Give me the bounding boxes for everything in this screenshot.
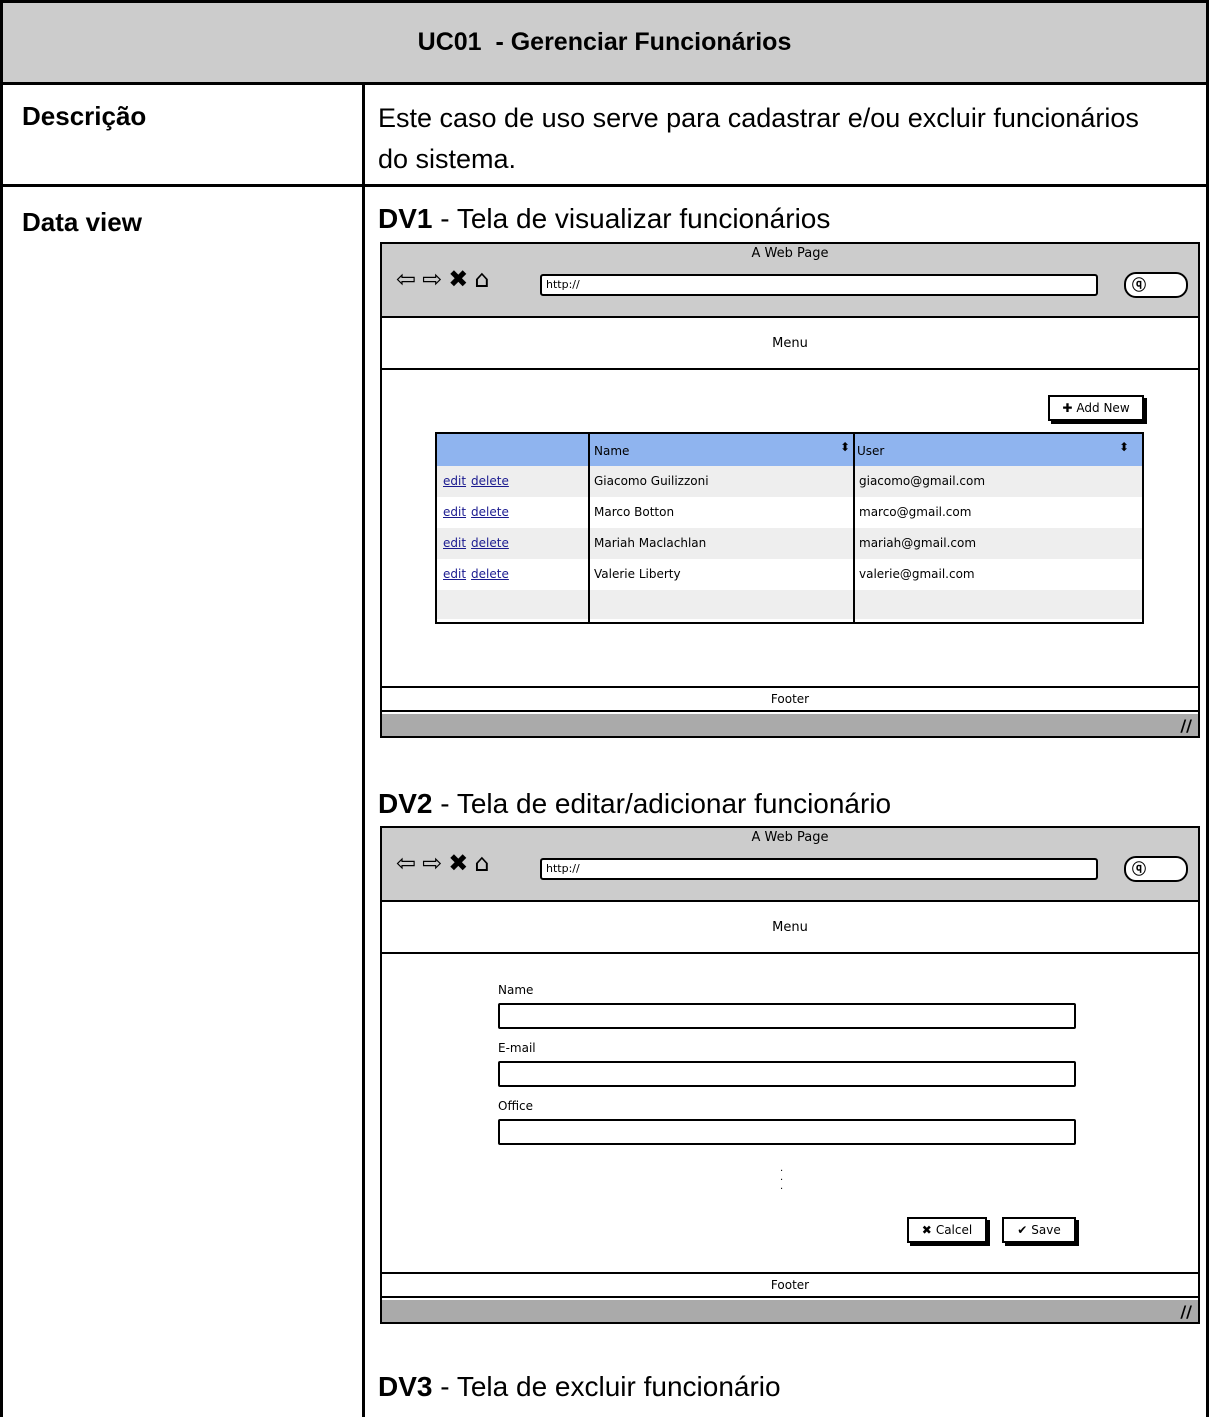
menu-bar[interactable]: Menu: [382, 318, 1198, 370]
nav-buttons: ⇦ ⇨ ✖ ⌂: [396, 850, 496, 876]
home-icon[interactable]: ⌂: [474, 267, 489, 291]
dv2-code: DV2: [378, 788, 433, 819]
dv1-heading: DV1 - Tela de visualizar funcionários: [378, 203, 830, 235]
check-icon: ✔: [1017, 1223, 1028, 1237]
table-row: edit delete Giacomo Guilizzoni giacomo@gm…: [437, 466, 1142, 497]
cancel-label: Calcel: [935, 1223, 973, 1237]
dv1-code: DV1: [378, 203, 433, 234]
grid-header: Name ⬍ User ⬍: [437, 434, 1142, 466]
mockup-view-employees: A Web Page ⇦ ⇨ ✖ ⌂ http:// ⓠ Menu ✚ Add …: [380, 242, 1200, 738]
title-row: UC01 - Gerenciar Funcionários: [3, 3, 1206, 82]
description-text: Este caso de uso serve para cadastrar e/…: [378, 103, 1139, 174]
dv2-text: - Tela de editar/adicionar funcionário: [432, 788, 892, 819]
table-border-title: [0, 82, 1209, 85]
office-label: Office: [498, 1099, 534, 1113]
edit-link[interactable]: edit: [443, 505, 466, 519]
cell-user: mariah@gmail.com: [859, 536, 977, 550]
url-bar[interactable]: http://: [540, 858, 1098, 880]
back-arrow-icon[interactable]: ⇦: [396, 267, 416, 291]
search-icon: ⓠ: [1132, 278, 1146, 294]
use-case-document: UC01 - Gerenciar Funcionários Descrição …: [0, 0, 1209, 1417]
table-border-left: [0, 0, 3, 1417]
forward-arrow-icon[interactable]: ⇨: [422, 851, 442, 875]
save-label: Save: [1031, 1223, 1061, 1237]
search-button[interactable]: ⓠ: [1124, 272, 1188, 298]
table-row: edit delete Valerie Liberty valerie@gmail…: [437, 559, 1142, 590]
cell-user: marco@gmail.com: [859, 505, 972, 519]
dv2-heading: DV2 - Tela de editar/adicionar funcionár…: [378, 788, 891, 820]
browser-toolbar: A Web Page ⇦ ⇨ ✖ ⌂ http:// ⓠ: [382, 828, 1198, 902]
column-divider: [588, 434, 590, 622]
cell-name: Mariah Maclachlan: [594, 536, 707, 550]
cell-name: Giacomo Guilizzoni: [594, 474, 709, 488]
dv1-text: - Tela de visualizar funcionários: [432, 203, 831, 234]
delete-link[interactable]: delete: [471, 567, 509, 581]
description-label: Descrição: [22, 101, 147, 131]
column-header-name[interactable]: Name: [594, 444, 629, 458]
name-label: Name: [498, 983, 534, 997]
data-view-label: Data view: [22, 207, 142, 237]
delete-link[interactable]: delete: [471, 536, 509, 550]
back-arrow-icon[interactable]: ⇦: [396, 851, 416, 875]
stop-x-icon[interactable]: ✖: [448, 267, 468, 291]
name-field[interactable]: [498, 1003, 1076, 1029]
url-bar[interactable]: http://: [540, 274, 1098, 296]
add-new-label: Add New: [1076, 401, 1130, 415]
ellipsis-dots: · · ·: [780, 1166, 784, 1195]
cell-name: Valerie Liberty: [594, 567, 681, 581]
status-bar: //: [382, 714, 1198, 736]
menu-bar[interactable]: Menu: [382, 902, 1198, 954]
dv3-heading: DV3 - Tela de excluir funcionário: [378, 1371, 781, 1403]
table-row-empty: [437, 590, 1142, 619]
cell-user: giacomo@gmail.com: [859, 474, 986, 488]
search-icon: ⓠ: [1132, 862, 1146, 878]
x-icon: ✖: [921, 1223, 932, 1237]
sort-icon[interactable]: ⬍: [840, 440, 850, 454]
plus-icon: ✚: [1062, 401, 1073, 415]
table-row: edit delete Mariah Maclachlan mariah@gmai…: [437, 528, 1142, 559]
table-border-desc: [0, 184, 1209, 187]
nav-buttons: ⇦ ⇨ ✖ ⌂: [396, 266, 496, 292]
cell-name: Marco Botton: [594, 505, 675, 519]
edit-link[interactable]: edit: [443, 567, 466, 581]
delete-link[interactable]: delete: [471, 474, 509, 488]
column-header-user[interactable]: User: [857, 444, 884, 458]
table-column-divider: [362, 82, 365, 1417]
add-new-button[interactable]: ✚ Add New: [1048, 395, 1144, 421]
office-field[interactable]: [498, 1119, 1076, 1145]
stop-x-icon[interactable]: ✖: [448, 851, 468, 875]
home-icon[interactable]: ⌂: [474, 851, 489, 875]
window-title: A Web Page: [751, 830, 829, 845]
cell-user: valerie@gmail.com: [859, 567, 975, 581]
footer-bar: Footer: [382, 686, 1198, 712]
employees-grid: Name ⬍ User ⬍ edit delete Giacomo Guilizz…: [435, 432, 1144, 624]
window-title: A Web Page: [751, 246, 829, 261]
email-field[interactable]: [498, 1061, 1076, 1087]
dv3-code: DV3: [378, 1371, 433, 1402]
forward-arrow-icon[interactable]: ⇨: [422, 267, 442, 291]
edit-link[interactable]: edit: [443, 536, 466, 550]
resize-grip-icon[interactable]: //: [1180, 716, 1192, 735]
mockup-edit-employee: A Web Page ⇦ ⇨ ✖ ⌂ http:// ⓠ Menu Name E…: [380, 826, 1200, 1324]
email-label: E-mail: [498, 1041, 536, 1055]
sort-icon[interactable]: ⬍: [1119, 440, 1129, 454]
search-button[interactable]: ⓠ: [1124, 856, 1188, 882]
save-button[interactable]: ✔ Save: [1002, 1217, 1076, 1243]
footer-bar: Footer: [382, 1272, 1198, 1298]
use-case-title: UC01 - Gerenciar Funcionários: [417, 28, 792, 56]
delete-link[interactable]: delete: [471, 505, 509, 519]
cancel-button[interactable]: ✖ Calcel: [907, 1217, 987, 1243]
browser-toolbar: A Web Page ⇦ ⇨ ✖ ⌂ http:// ⓠ: [382, 244, 1198, 318]
edit-link[interactable]: edit: [443, 474, 466, 488]
status-bar: //: [382, 1300, 1198, 1322]
dv3-text: - Tela de excluir funcionário: [432, 1371, 781, 1402]
column-divider: [853, 434, 855, 622]
table-row: edit delete Marco Botton marco@gmail.com: [437, 497, 1142, 528]
resize-grip-icon[interactable]: //: [1180, 1302, 1192, 1321]
